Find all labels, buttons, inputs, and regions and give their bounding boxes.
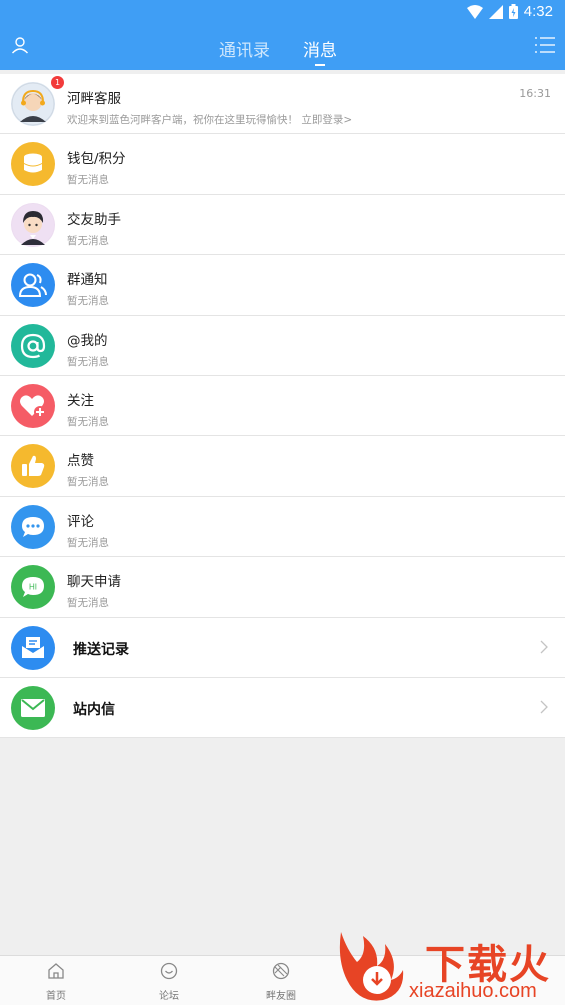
mail-icon — [11, 685, 55, 730]
message-title: 评论 — [67, 513, 94, 530]
friend-helper-avatar — [11, 202, 55, 247]
message-row-comments[interactable]: 评论 暂无消息 — [0, 496, 565, 558]
nav-home[interactable]: 首页 — [26, 962, 86, 1002]
thumbs-up-icon — [11, 444, 55, 489]
nav-label: 论坛 — [159, 991, 179, 1002]
user-icon[interactable] — [11, 36, 29, 54]
group-notice-icon — [11, 263, 55, 308]
svg-text:HI: HI — [29, 583, 37, 592]
status-time: 4:32 — [523, 3, 553, 20]
message-title: 钱包/积分 — [67, 151, 126, 168]
watermark-url: xiazaihuo.com — [409, 980, 537, 1002]
message-title: 群通知 — [67, 272, 108, 289]
wallet-coins-icon — [11, 142, 55, 187]
wifi-icon — [466, 4, 483, 19]
message-title: 聊天申请 — [67, 574, 121, 591]
home-icon — [48, 963, 64, 979]
customer-service-avatar — [11, 82, 55, 126]
nav-label: 首页 — [46, 991, 66, 1002]
message-row-group-notice[interactable]: 群通知 暂无消息 — [0, 255, 565, 316]
comment-icon — [11, 504, 55, 549]
status-bar: 4:32 — [0, 0, 565, 24]
message-subtitle: 暂无消息 — [67, 476, 109, 489]
link-row-site-mail[interactable]: 站内信 — [0, 677, 565, 739]
unread-badge: 1 — [51, 76, 64, 89]
nav-label: 畔友圈 — [266, 991, 296, 1002]
message-subtitle: 暂无消息 — [67, 234, 109, 247]
app-header: 通讯录 消息 — [0, 24, 565, 70]
link-row-push-records[interactable]: 推送记录 — [0, 617, 565, 678]
message-title: @我的 — [67, 332, 108, 349]
message-row-customer-service[interactable]: 1 河畔客服 欢迎来到蓝色河畔客户端，祝你在这里玩得愉快！ 立即登录> 16:3… — [0, 74, 565, 135]
tab-contacts[interactable]: 通讯录 — [219, 36, 270, 61]
link-title: 推送记录 — [73, 641, 129, 658]
message-title: 点赞 — [67, 453, 94, 470]
signal-icon — [488, 4, 503, 19]
flame-logo-icon — [339, 932, 404, 1001]
at-icon — [11, 323, 55, 368]
message-subtitle: 暂无消息 — [67, 536, 109, 549]
message-row-chat-request[interactable]: HI 聊天申请 暂无消息 — [0, 557, 565, 618]
message-subtitle: 欢迎来到蓝色河畔客户端，祝你在这里玩得愉快！ 立即登录> — [67, 114, 353, 126]
active-tab-indicator — [315, 64, 325, 66]
chevron-right-icon — [540, 640, 548, 653]
forum-icon — [160, 962, 178, 980]
message-list: 1 河畔客服 欢迎来到蓝色河畔客户端，祝你在这里玩得愉快！ 立即登录> 16:3… — [0, 74, 565, 739]
message-row-likes[interactable]: 点赞 暂无消息 — [0, 436, 565, 497]
list-menu-icon[interactable] — [535, 36, 555, 54]
message-title: 河畔客服 — [67, 91, 121, 107]
battery-icon — [508, 4, 518, 19]
message-row-wallet[interactable]: 钱包/积分 暂无消息 — [0, 134, 565, 195]
message-title: 关注 — [67, 392, 94, 409]
link-title: 站内信 — [73, 701, 115, 718]
nav-forum[interactable]: 论坛 — [139, 962, 199, 1002]
push-inbox-icon — [11, 625, 55, 670]
tab-messages[interactable]: 消息 — [303, 36, 337, 61]
heart-plus-icon — [11, 383, 55, 428]
chevron-right-icon — [540, 700, 548, 714]
message-row-friend-helper[interactable]: 交友助手 暂无消息 — [0, 194, 565, 256]
message-subtitle: 暂无消息 — [67, 174, 109, 187]
chat-request-icon: HI — [11, 565, 55, 610]
message-subtitle: 暂无消息 — [67, 597, 109, 610]
message-subtitle: 暂无消息 — [67, 295, 109, 308]
message-subtitle: 暂无消息 — [67, 355, 109, 368]
status-icons: 4:32 — [466, 3, 553, 20]
circle-icon — [272, 962, 290, 980]
watermark: 下载火 xiazaihuo.com — [333, 930, 565, 1005]
message-row-follow[interactable]: 关注 暂无消息 — [0, 375, 565, 437]
message-subtitle: 暂无消息 — [67, 415, 109, 428]
message-row-mentions[interactable]: @我的 暂无消息 — [0, 315, 565, 376]
nav-circle[interactable]: 畔友圈 — [251, 962, 311, 1002]
message-time: 16:31 — [519, 87, 551, 100]
message-title: 交友助手 — [67, 211, 121, 228]
